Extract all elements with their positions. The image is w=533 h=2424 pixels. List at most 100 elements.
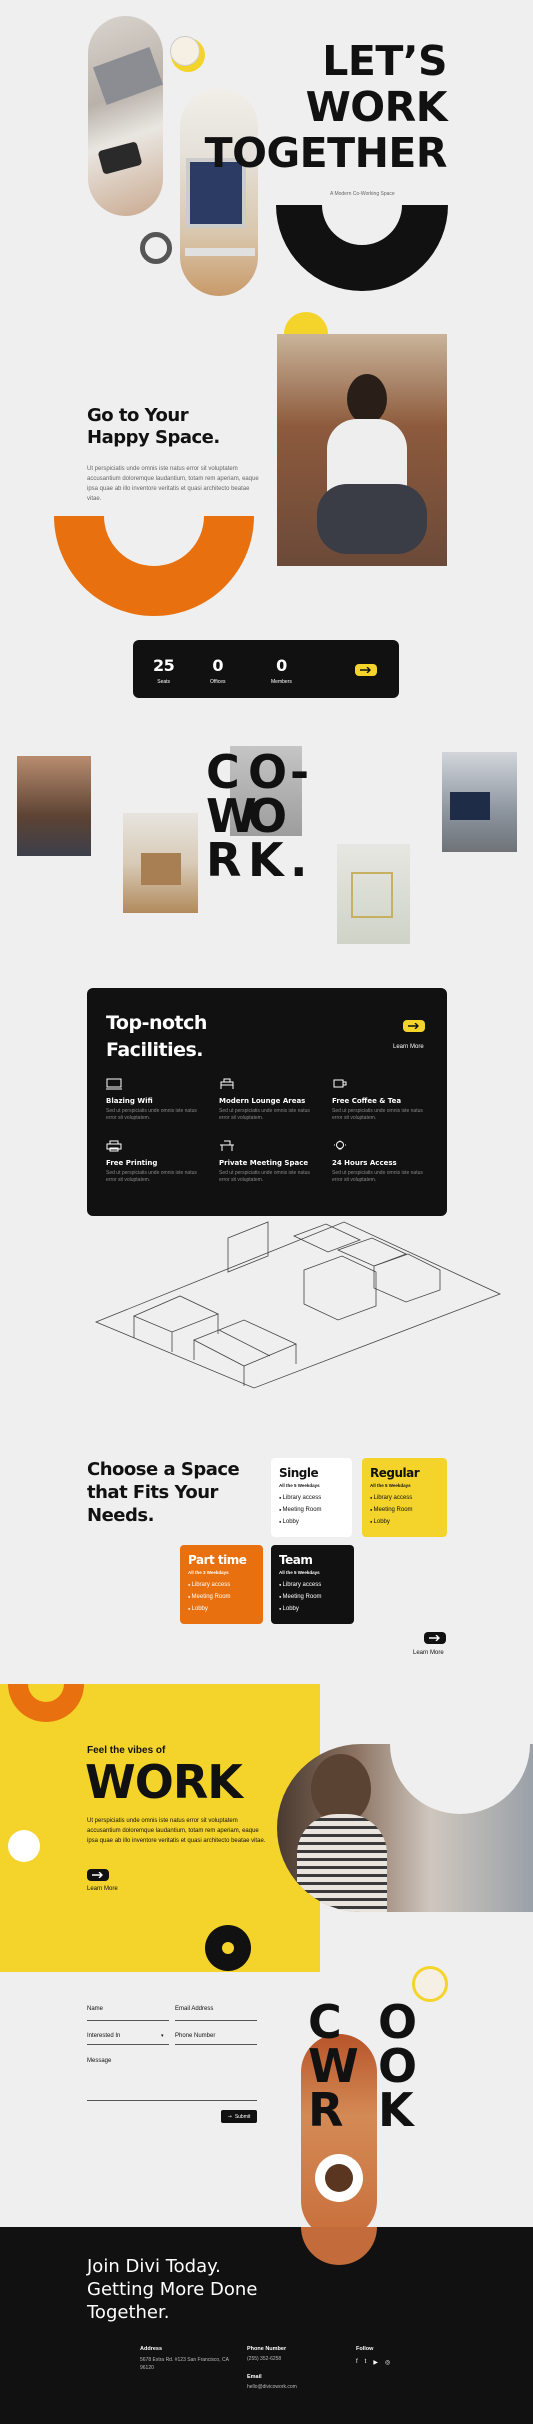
field-label-message: Message: [87, 2058, 112, 2064]
stats-arrow-button[interactable]: [355, 664, 377, 676]
cowork-letter: W: [308, 2039, 359, 2093]
space-card-title: Single: [279, 1466, 319, 1480]
space-card-part-time[interactable]: Part time All the 3 Weekdays Library acc…: [180, 1545, 263, 1624]
feature-desc: Sed ut perspiciatis unde omnis iste natu…: [332, 1170, 423, 1183]
field-label-name: Name: [87, 2006, 104, 2012]
vibes-title: WORK: [85, 1755, 243, 1809]
stat-label: Offices: [210, 679, 226, 685]
feature-desc: Sed ut perspiciatis unde omnis iste natu…: [106, 1170, 197, 1183]
footer-address: 5678 Extra Rd. #123 San Francisco, CA 96…: [140, 2357, 229, 2371]
footer-phone[interactable]: (255) 352-6258: [247, 2356, 337, 2362]
arrow-right-icon: [408, 1023, 419, 1029]
lounge-icon: [220, 1078, 234, 1089]
footer: [0, 2227, 533, 2424]
space-card-title: Regular: [370, 1466, 420, 1480]
mascot-sticker: [170, 36, 200, 66]
facilities-arrow-button[interactable]: [403, 1020, 425, 1032]
black-ring-deco: [205, 1925, 251, 1971]
coffee-icon: [333, 1079, 347, 1088]
hero-title-line-2: WORK: [305, 83, 448, 131]
cowork-letter: K: [248, 833, 284, 887]
space-card-regular[interactable]: Regular All the 5 Weekdays Library acces…: [362, 1458, 447, 1537]
space-card-sub: All the 5 Weekdays: [279, 1483, 320, 1488]
cowork-letter: O: [378, 1995, 417, 2049]
cowork-letter: O: [378, 2039, 417, 2093]
stat-value: 25: [153, 656, 175, 675]
hero-title-line-1: LET’S: [322, 37, 447, 85]
facilities-card: Top-notch Facilities. Learn More Blazing…: [87, 988, 447, 1216]
cowork-letter: R: [308, 2083, 343, 2137]
vibes-arrow-button[interactable]: [87, 1869, 109, 1881]
collage-photo-woman: [17, 756, 91, 856]
cowork-letter: C: [308, 1995, 342, 2049]
message-field[interactable]: [87, 2100, 257, 2101]
space-card-title: Team: [279, 1553, 313, 1567]
spaces-learn-more-link[interactable]: Learn More: [413, 1650, 444, 1656]
space-card-item: Meeting Room: [279, 1504, 344, 1516]
feature-item: Blazing Wifi Sed ut perspiciatis unde om…: [106, 1078, 206, 1122]
arrow-right-icon: [92, 1872, 103, 1878]
space-card-team[interactable]: Team All the 5 Weekdays Library access M…: [271, 1545, 354, 1624]
spaces-arrow-button[interactable]: [424, 1632, 446, 1644]
feature-title: Private Meeting Space: [219, 1159, 309, 1167]
happy-title-line-2: Happy Space.: [87, 427, 220, 448]
twitter-icon[interactable]: t: [365, 2359, 367, 2366]
field-label-phone: Phone Number: [175, 2033, 216, 2039]
feature-desc: Sed ut perspiciatis unde omnis iste natu…: [219, 1108, 310, 1121]
stat-value: 0: [212, 656, 224, 675]
facilities-title-line-2: Facilities.: [106, 1039, 203, 1061]
facebook-icon[interactable]: f: [356, 2359, 358, 2366]
youtube-icon[interactable]: ▶: [373, 2359, 378, 2366]
printer-icon: [106, 1140, 122, 1152]
floor-plan-illustration: [94, 1221, 502, 1389]
stat-value: 0: [276, 656, 287, 675]
interested-select[interactable]: [87, 2044, 169, 2045]
space-card-single[interactable]: Single All the 5 Weekdays Library access…: [271, 1458, 352, 1537]
feature-title: Free Coffee & Tea: [332, 1097, 402, 1105]
field-label-interested: Interested In: [87, 2033, 121, 2039]
footer-follow-label: Follow: [356, 2346, 374, 2352]
white-dot-deco: [8, 1830, 40, 1862]
name-field[interactable]: [87, 2020, 169, 2021]
stat-offices: 0 Offices: [210, 656, 225, 685]
feature-desc: Sed ut perspiciatis unde omnis iste natu…: [106, 1108, 197, 1121]
space-card-title: Part time: [188, 1553, 247, 1567]
chevron-down-icon[interactable]: ▾: [161, 2033, 164, 2039]
facilities-title-line-1: Top-notch: [106, 1012, 207, 1034]
hero-photo-laptop: [88, 16, 163, 216]
arrow-right-icon: [360, 667, 371, 673]
footer-address-label: Address: [140, 2346, 163, 2352]
facilities-learn-more-link[interactable]: Learn More: [393, 1044, 424, 1050]
hero-title-line-3: TOGETHER: [204, 129, 448, 177]
contact-form: Name Email Address Interested In ▾ Phone…: [87, 2006, 257, 2126]
feature-title: Blazing Wifi: [106, 1097, 153, 1105]
mascot-sticker-2: [412, 1966, 448, 2002]
space-card-item: Meeting Room: [279, 1591, 346, 1603]
stat-members: 0 Members: [271, 656, 292, 685]
space-card-item: Lobby: [279, 1603, 346, 1615]
submit-button[interactable]: → Submit: [221, 2110, 257, 2123]
instagram-icon[interactable]: ◎: [385, 2359, 390, 2366]
woman-reading-photo: [277, 334, 447, 566]
space-card-item: Meeting Room: [188, 1591, 255, 1603]
space-card-item: Library access: [370, 1492, 439, 1504]
cowork-letter: .: [290, 833, 307, 887]
email-field[interactable]: [175, 2020, 257, 2021]
space-card-sub: All the 5 Weekdays: [279, 1570, 320, 1575]
space-card-item: Library access: [188, 1579, 255, 1591]
footer-email[interactable]: hello@divicowork.com: [247, 2384, 337, 2390]
vibes-learn-more-link[interactable]: Learn More: [87, 1886, 118, 1892]
feature-item: Free Coffee & Tea Sed ut perspiciatis un…: [332, 1078, 432, 1122]
phone-field[interactable]: [175, 2044, 257, 2045]
arrow-right-icon: [429, 1635, 440, 1641]
feature-title: Free Printing: [106, 1159, 158, 1167]
happy-title-line-1: Go to Your: [87, 405, 189, 426]
arrow-right-icon: →: [227, 2113, 232, 2120]
hero-subtitle: A Modern Co-Working Space: [330, 191, 395, 197]
space-card-sub: All the 3 Weekdays: [188, 1570, 229, 1575]
spaces-title-line-3: Needs.: [87, 1505, 154, 1526]
footer-email-label: Email: [247, 2374, 262, 2380]
feature-title: Modern Lounge Areas: [219, 1097, 306, 1105]
feature-item: Private Meeting Space Sed ut perspiciati…: [219, 1140, 319, 1184]
cowork-letter: K: [378, 2083, 414, 2137]
